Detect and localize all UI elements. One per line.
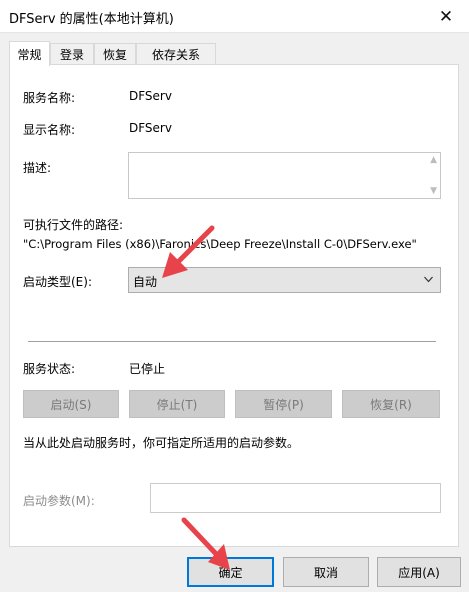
ok-button[interactable]: 确定 <box>187 557 274 587</box>
close-icon: ✕ <box>438 6 454 27</box>
display-name-value[interactable]: DFServ <box>129 121 172 135</box>
divider <box>28 341 436 342</box>
scroll-down-icon[interactable]: ▼ <box>430 186 437 196</box>
title-bar: DFServ 的属性(本地计算机) ✕ <box>0 0 469 33</box>
resume-button[interactable]: 恢复(R) <box>342 390 440 418</box>
chevron-down-icon <box>424 276 433 283</box>
service-name-value[interactable]: DFServ <box>129 89 172 103</box>
exe-path-value[interactable]: "C:\Program Files (x86)\Faronics\Deep Fr… <box>23 237 417 251</box>
cancel-button[interactable]: 取消 <box>283 557 369 587</box>
tab-general[interactable]: 常规 <box>9 41 50 66</box>
start-params-input[interactable] <box>150 483 441 513</box>
window-title: DFServ 的属性(本地计算机) <box>9 12 174 27</box>
apply-button[interactable]: 应用(A) <box>377 557 461 587</box>
tab-general-label: 常规 <box>17 47 42 62</box>
start-params-hint: 当从此处启动服务时，你可指定所适用的启动参数。 <box>23 436 300 450</box>
service-name-label: 服务名称: <box>23 91 76 105</box>
tab-logon-label: 登录 <box>59 48 84 62</box>
tab-recovery[interactable]: 恢复 <box>94 43 136 65</box>
description-field[interactable]: ▲ ▼ <box>128 152 441 199</box>
general-panel: 服务名称: DFServ 显示名称: DFServ 描述: ▲ ▼ 可执行文件的… <box>9 64 459 547</box>
startup-type-select[interactable]: 自动 <box>128 267 441 293</box>
tab-dependencies[interactable]: 依存关系 <box>136 43 216 65</box>
exe-path-label: 可执行文件的路径: <box>23 218 124 232</box>
status-label: 服务状态: <box>23 362 76 376</box>
status-value: 已停止 <box>129 362 166 376</box>
startup-type-label: 启动类型(E): <box>23 275 92 289</box>
start-button[interactable]: 启动(S) <box>23 390 119 418</box>
description-label: 描述: <box>23 161 52 175</box>
tab-dependencies-label: 依存关系 <box>151 48 200 62</box>
scroll-up-icon[interactable]: ▲ <box>430 155 437 165</box>
tab-logon[interactable]: 登录 <box>50 43 94 65</box>
stop-button[interactable]: 停止(T) <box>129 390 225 418</box>
startup-type-value: 自动 <box>133 275 158 289</box>
pause-button[interactable]: 暂停(P) <box>235 390 332 418</box>
close-button[interactable]: ✕ <box>423 0 469 33</box>
tab-recovery-label: 恢复 <box>102 48 127 62</box>
display-name-label: 显示名称: <box>23 123 76 137</box>
start-params-label: 启动参数(M): <box>23 494 95 508</box>
